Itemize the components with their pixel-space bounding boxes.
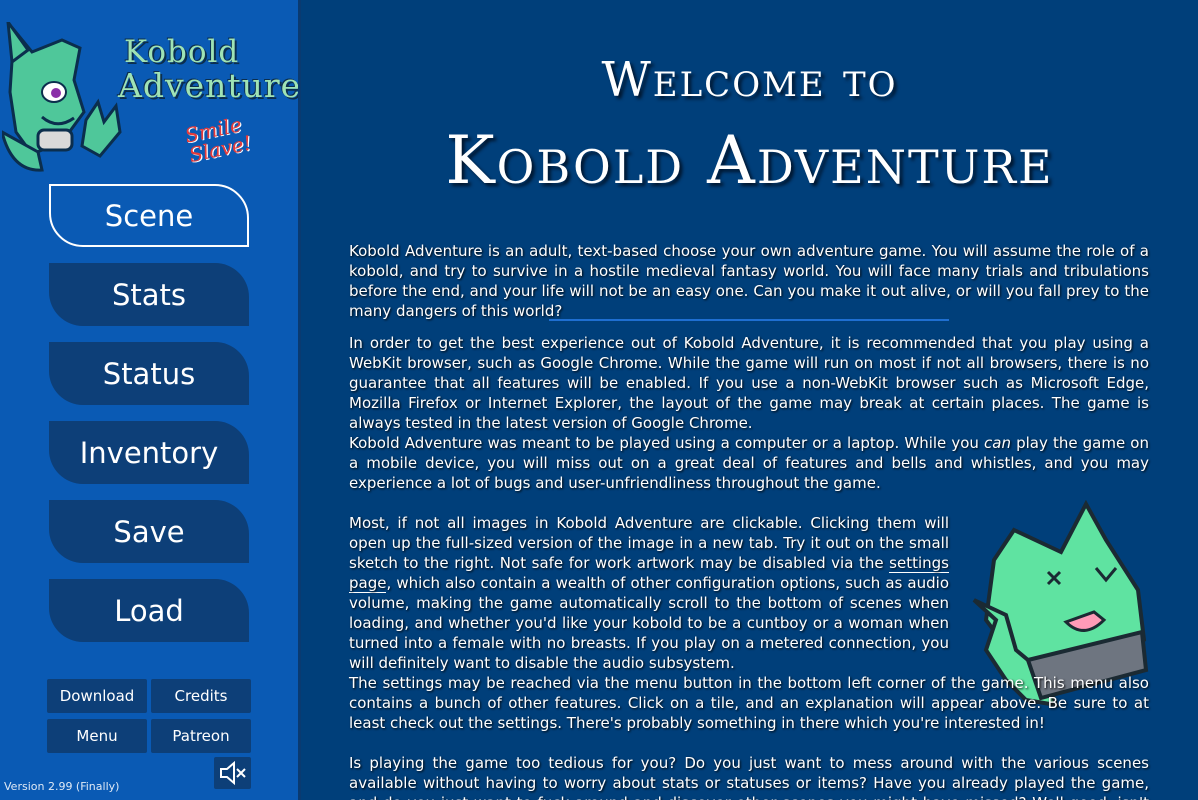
device-text-start: Kobold Adventure was meant to be played … <box>349 434 985 452</box>
credits-button[interactable]: Credits <box>151 679 251 713</box>
speaker-muted-icon <box>219 760 246 786</box>
version-label: Version 2.99 (Finally) <box>4 780 120 793</box>
nav-stats-button[interactable]: Stats <box>49 263 249 326</box>
device-text-emphasis: can <box>984 434 1011 452</box>
intro-paragraph: Kobold Adventure is an adult, text-based… <box>349 242 1149 320</box>
images-text-end: , which also contain a wealth of other c… <box>349 574 949 672</box>
welcome-heading: Welcome to <box>601 52 898 108</box>
patreon-button[interactable]: Patreon <box>151 719 251 753</box>
logo-title-line1: Kobold <box>124 34 240 70</box>
sidebar: Kobold Adventure Smile Slave! Scene Stat… <box>0 0 302 800</box>
nav-status-button[interactable]: Status <box>49 342 249 405</box>
game-logo[interactable]: Kobold Adventure Smile Slave! <box>0 18 302 178</box>
nav-load-button[interactable]: Load <box>49 579 249 642</box>
menu-button[interactable]: Menu <box>47 719 147 753</box>
nav-scene-button[interactable]: Scene <box>49 184 249 247</box>
images-paragraph: Most, if not all images in Kobold Advent… <box>349 513 949 673</box>
scenes-paragraph: Is playing the game too tedious for you?… <box>349 754 1149 800</box>
kobold-mascot-icon <box>2 22 122 172</box>
browser-paragraph: In order to get the best experience out … <box>349 334 1149 432</box>
device-paragraph: Kobold Adventure was meant to be played … <box>349 433 1149 493</box>
mute-button[interactable] <box>214 757 251 789</box>
nav-save-button[interactable]: Save <box>49 500 249 563</box>
logo-title-line2: Adventure <box>118 66 302 105</box>
nav-inventory-button[interactable]: Inventory <box>49 421 249 484</box>
logo-tagline: Smile Slave! <box>182 112 254 168</box>
section-divider <box>549 319 949 321</box>
images-text-start: Most, if not all images in Kobold Advent… <box>349 514 949 572</box>
main-content[interactable]: Welcome to Kobold Adventure Kobold Adven… <box>301 0 1198 800</box>
download-button[interactable]: Download <box>47 679 147 713</box>
settings-paragraph: The settings may be reached via the menu… <box>349 674 1149 732</box>
game-title-heading: Kobold Adventure <box>445 122 1054 199</box>
